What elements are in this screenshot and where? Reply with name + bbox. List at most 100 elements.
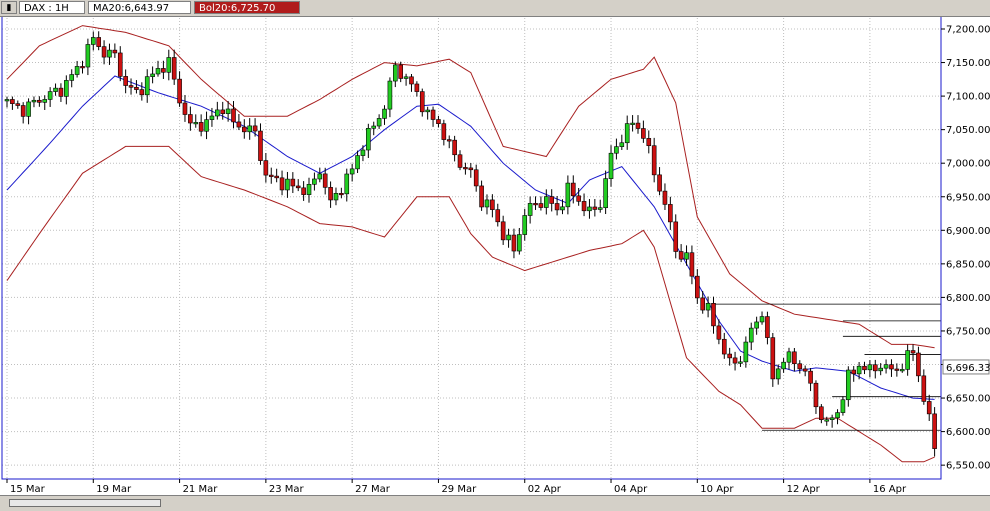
bullish-candle [371, 125, 377, 129]
x-tick-label: 27 Mar [355, 484, 391, 495]
bullish-candle [759, 316, 765, 323]
x-tick-label: 12 Apr [787, 484, 821, 495]
bullish-candle [748, 327, 754, 343]
bearish-candle [161, 68, 166, 73]
bearish-candle [765, 316, 770, 338]
bullish-candle [166, 57, 172, 73]
bullish-candle [630, 122, 635, 125]
bearish-candle [231, 108, 236, 123]
bearish-candle [668, 204, 673, 223]
bearish-candle [538, 203, 544, 208]
bearish-candle [112, 49, 118, 54]
bullish-candle [42, 99, 48, 103]
candlestick-chart: 7,200.00 7,150.00 7,100.00 7,050.00 7,000.00… [1, 14, 990, 495]
upper-band-line [6, 25, 935, 349]
bullish-candle [4, 99, 10, 102]
bearish-candle [134, 86, 139, 90]
bearish-candle [339, 193, 344, 196]
bullish-candle [317, 173, 323, 180]
bearish-candle [554, 203, 560, 211]
bearish-candle [80, 66, 85, 69]
bearish-candle [414, 83, 420, 92]
plot-border [1, 14, 942, 480]
bearish-candle [258, 130, 263, 161]
scrollbar-thumb[interactable] [9, 499, 161, 507]
bullish-candle [565, 182, 571, 208]
bullish-candle [360, 149, 366, 156]
bearish-candle [819, 406, 824, 420]
bearish-candle [695, 275, 700, 299]
y-tick-label: 6,900.00 [946, 226, 990, 237]
bearish-candle [689, 252, 695, 277]
bearish-candle [700, 297, 706, 311]
bearish-candle [436, 119, 441, 124]
bearish-candle [15, 103, 21, 106]
bearish-candle [727, 353, 732, 359]
y-tick-label: 6,600.00 [946, 427, 990, 438]
ma20-line [6, 75, 935, 400]
bearish-candle [581, 201, 587, 212]
bearish-candle [926, 401, 932, 415]
bullish-candle [425, 109, 430, 113]
chart-window-icon[interactable]: ▮ [1, 1, 17, 14]
bullish-candle [215, 109, 220, 117]
bullish-candle [393, 64, 398, 82]
plot-frame [1, 14, 942, 480]
bullish-candle [85, 44, 91, 68]
chart-grid [2, 15, 941, 479]
bullish-candle [64, 80, 69, 97]
bullish-candle [856, 365, 862, 375]
bearish-candle [673, 221, 679, 252]
bearish-candle [128, 85, 134, 88]
bearish-candle [662, 190, 668, 205]
bullish-candle [522, 215, 528, 235]
y-tick-label: 7,100.00 [946, 92, 990, 103]
bullish-candle [150, 73, 155, 77]
ma-indicator-label: MA20:6,643.97 [88, 1, 191, 14]
bullish-candle [781, 361, 786, 370]
bearish-candle [295, 185, 301, 189]
bearish-candle [473, 169, 479, 187]
bullish-candle [382, 108, 387, 119]
bullish-candle [333, 193, 339, 201]
bearish-candle [635, 122, 641, 129]
bullish-candle [306, 183, 312, 195]
bullish-candle [883, 364, 889, 369]
bullish-candle [376, 118, 382, 127]
y-tick-label: 7,050.00 [946, 125, 990, 136]
bearish-candle [37, 99, 42, 103]
bearish-candle [430, 109, 436, 120]
bearish-candle [721, 338, 727, 355]
bearish-candle [808, 370, 813, 384]
bearish-candle [96, 37, 101, 47]
bullish-candle [74, 66, 80, 75]
bearish-candle [889, 364, 894, 370]
horizontal-scrollbar[interactable] [0, 495, 990, 511]
bullish-candle [26, 101, 31, 117]
bearish-candle [101, 46, 107, 58]
bearish-candle [452, 139, 457, 156]
x-axis: 15 Mar 19 Mar 21 Mar 23 Mar 27 Mar 29 Mar 02 A… [6, 479, 907, 495]
bearish-candle [495, 209, 501, 223]
bullish-candle [587, 206, 592, 212]
bullish-candle [786, 351, 792, 363]
bullish-candle [560, 206, 565, 211]
bearish-candle [290, 178, 296, 187]
bearish-candle [123, 76, 128, 86]
bearish-candle [894, 368, 900, 371]
bearish-candle [872, 364, 878, 372]
bullish-candle [544, 196, 549, 208]
bearish-candle [732, 357, 738, 364]
bullish-candle [624, 123, 630, 144]
y-tick-label: 6,550.00 [946, 461, 990, 472]
bearish-candle [20, 105, 26, 117]
bearish-candle [398, 64, 403, 79]
bearish-candle [813, 382, 819, 408]
bullish-candle [155, 68, 161, 75]
bearish-candle [851, 369, 857, 375]
bearish-candle [921, 375, 927, 402]
bearish-candle [252, 125, 258, 132]
bearish-candle [792, 351, 797, 365]
bullish-candle [738, 361, 743, 364]
bullish-candle [905, 350, 910, 370]
